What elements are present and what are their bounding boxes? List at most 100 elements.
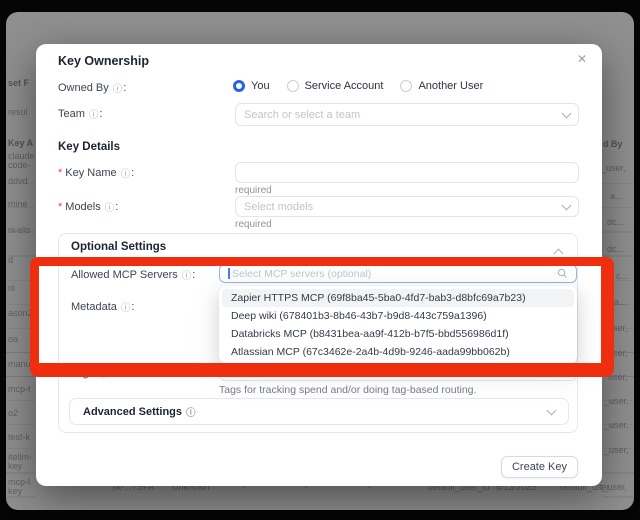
models-select[interactable]: Select models	[235, 196, 579, 217]
team-placeholder: Search or select a team	[244, 109, 563, 121]
label-text: Models	[65, 201, 100, 213]
bg-text-fragment: a...	[610, 191, 623, 201]
mcp-server-option[interactable]: Zapier HTTPS MCP (69f8ba45-5ba0-4fd7-bab…	[222, 289, 574, 307]
mcp-server-option[interactable]: Deep wiki (678401b3-8b46-43b7-b9d8-443c7…	[222, 307, 574, 325]
label-text: Team	[58, 108, 85, 120]
tags-placeholder: Enter tags	[228, 366, 561, 378]
modal-title: Key Ownership	[58, 54, 149, 68]
bg-text-fragment: user,	[608, 323, 628, 333]
bg-text-fragment: ni-elo	[8, 225, 30, 235]
mcp-servers-dropdown: Zapier HTTPS MCP (69f8ba45-5ba0-4fd7-bab…	[219, 286, 577, 364]
bg-table-header: Key A	[8, 138, 33, 148]
info-icon[interactable]: ⓘ	[121, 166, 131, 180]
bg-text-fragment: user,	[608, 372, 628, 382]
required-asterisk: *	[58, 167, 62, 179]
models-required-hint: required	[235, 219, 272, 230]
bg-text-fragment: ason2	[8, 308, 33, 318]
info-icon[interactable]: ⓘ	[113, 81, 123, 95]
chevron-up-icon[interactable]	[554, 249, 564, 259]
mcp-placeholder: Select MCP servers (optional)	[232, 268, 557, 280]
bg-table-header: d By	[603, 139, 623, 149]
key-name-label: *Key Name ⓘ:	[58, 166, 134, 180]
info-icon[interactable]: ⓘ	[89, 107, 99, 121]
tags-help-text: Tags for tracking spend and/or doing tag…	[219, 384, 476, 396]
label-colon: :	[192, 269, 195, 281]
info-icon[interactable]: ⓘ	[186, 405, 196, 419]
required-asterisk: *	[58, 201, 62, 213]
bg-text-fragment: ddvd	[8, 176, 28, 186]
text-cursor	[228, 268, 230, 279]
label-text: Key Name	[65, 167, 116, 179]
bg-text-fragment: a...	[614, 297, 627, 307]
bg-text-fragment: set F	[8, 78, 29, 88]
label-colon: :	[131, 167, 134, 179]
info-icon[interactable]: ⓘ	[105, 200, 115, 214]
radio-unselected-icon	[287, 80, 299, 92]
label-colon: :	[123, 82, 126, 94]
metadata-label: Metadata ⓘ:	[71, 300, 134, 314]
info-icon[interactable]: ⓘ	[121, 300, 131, 314]
search-icon	[557, 268, 568, 279]
mcp-server-option[interactable]: Atlassian MCP (67c3462e-2a4b-4d9b-9246-a…	[222, 343, 574, 361]
team-label: Team ⓘ:	[58, 107, 102, 121]
radio-label: You	[251, 80, 270, 92]
radio-owned-by-you[interactable]: You	[233, 80, 270, 92]
info-icon[interactable]: ⓘ	[182, 268, 192, 282]
tags-select[interactable]: Enter tags	[219, 362, 577, 381]
label-colon: :	[115, 201, 118, 213]
label-colon: :	[99, 108, 102, 120]
key-name-input[interactable]	[235, 162, 579, 183]
models-label: *Models ⓘ:	[58, 200, 118, 214]
label-text: Tags	[71, 367, 94, 379]
radio-label: Service Account	[305, 80, 384, 92]
radio-selected-icon	[233, 80, 245, 92]
chevron-down-icon	[562, 200, 572, 210]
team-select[interactable]: Search or select a team	[235, 103, 579, 126]
bg-text-fragment: key	[8, 486, 22, 496]
bg-text-fragment: c...	[616, 271, 628, 281]
info-icon[interactable]: ⓘ	[98, 366, 108, 380]
optional-settings-panel: Optional Settings Allowed MCP Serversⓘ: …	[58, 233, 578, 433]
bg-text-fragment: o2	[8, 408, 18, 418]
bg-text-fragment: d	[8, 255, 13, 265]
chevron-down-icon	[547, 405, 557, 415]
label-text: Advanced Settings	[83, 406, 182, 418]
label-colon: :	[109, 367, 112, 379]
owned-by-radio-group: You Service Account Another User	[233, 80, 483, 92]
allowed-mcp-servers-label: Allowed MCP Servers ⓘ:	[71, 268, 195, 282]
bg-text-fragment: ni	[8, 283, 15, 293]
close-icon[interactable]: ✕	[577, 52, 587, 66]
label-text: Allowed MCP Servers	[71, 269, 178, 281]
bg-text-fragment: oa	[8, 334, 18, 344]
bg-text-fragment: _user,	[601, 163, 626, 173]
radio-owned-by-another-user[interactable]: Another User	[400, 80, 483, 92]
create-key-button[interactable]: Create Key	[501, 456, 578, 478]
mcp-servers-select[interactable]: Select MCP servers (optional)	[219, 264, 577, 283]
mcp-server-option[interactable]: Databricks MCP (b8431bea-aa9f-412b-b7f5-…	[222, 325, 574, 343]
key-details-heading: Key Details	[58, 141, 120, 153]
bg-text-fragment: manu	[8, 359, 31, 369]
bg-text-fragment: mine	[8, 199, 28, 209]
chevron-down-icon	[562, 108, 572, 118]
tags-label: Tags ⓘ:	[71, 366, 112, 380]
label-text: Owned By	[58, 82, 109, 94]
optional-settings-heading[interactable]: Optional Settings	[71, 241, 166, 253]
bg-text-fragment: test-k	[8, 432, 30, 442]
bg-text-fragment: mcp-t	[8, 384, 31, 394]
advanced-settings-heading: Advanced Settings ⓘ	[83, 405, 197, 419]
bg-text-fragment: resul	[8, 107, 28, 117]
bg-text-fragment: key	[8, 461, 22, 471]
bg-text-fragment: user,	[608, 348, 628, 358]
models-placeholder: Select models	[244, 201, 563, 213]
bg-text-fragment: dc...	[607, 217, 624, 227]
key-name-required-hint: required	[235, 185, 272, 196]
chevron-down-icon	[560, 365, 570, 375]
bg-text-fragment: dc...	[607, 244, 624, 254]
bg-text-fragment: code-	[8, 160, 31, 170]
bg-text-fragment: _user,	[604, 396, 629, 406]
radio-owned-by-service-account[interactable]: Service Account	[287, 80, 384, 92]
label-text: Metadata	[71, 301, 117, 313]
radio-unselected-icon	[400, 80, 412, 92]
label-colon: :	[131, 301, 134, 313]
advanced-settings-toggle[interactable]: Advanced Settings ⓘ	[69, 398, 569, 425]
